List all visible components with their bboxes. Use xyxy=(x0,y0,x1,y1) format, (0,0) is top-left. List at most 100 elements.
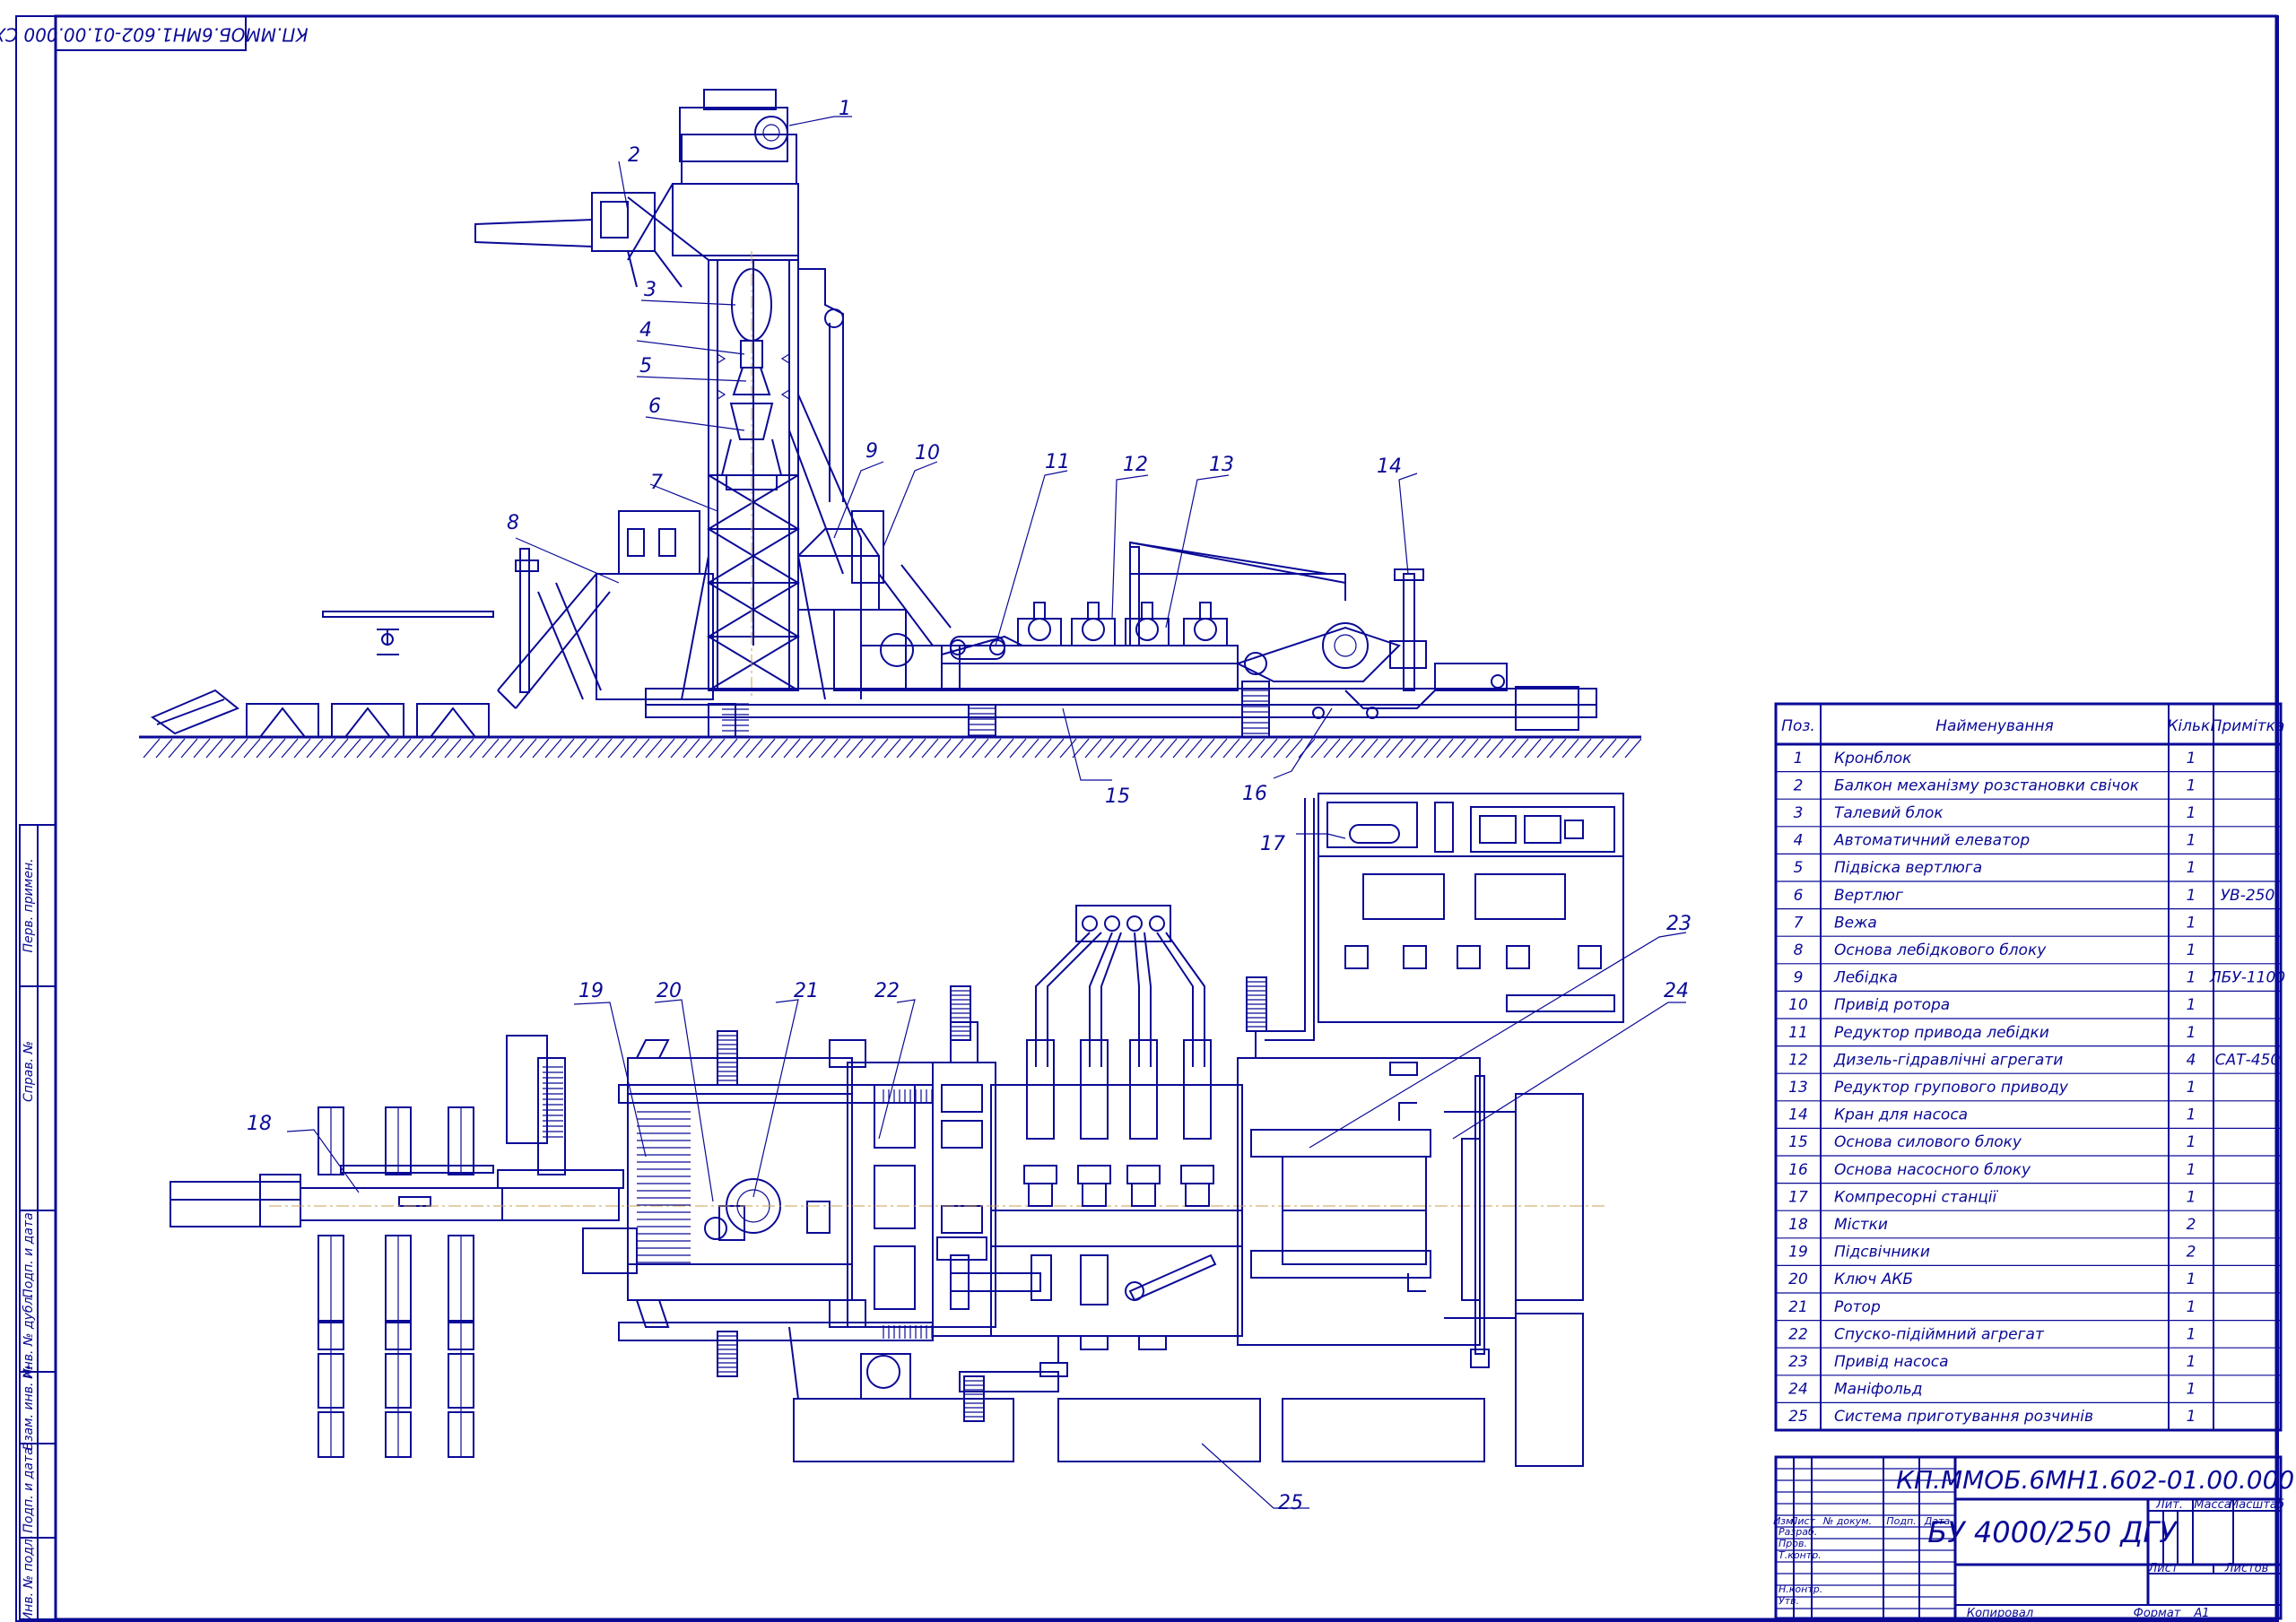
diesel-exhaust xyxy=(1033,602,1046,620)
ground-hatch-line xyxy=(883,738,901,759)
ground-hatch-line xyxy=(833,738,851,759)
ground-hatch-line xyxy=(808,738,826,759)
table-cell-pos: 20 xyxy=(1788,1271,1808,1288)
ground-hatch-line xyxy=(155,738,173,759)
callout-12: 12 xyxy=(1123,454,1148,476)
table-cell-pos: 21 xyxy=(1788,1298,1808,1316)
table-cell-pos: 8 xyxy=(1794,941,1804,959)
ground-hatch-line xyxy=(1059,738,1077,759)
table-cell-name: Кран для насоса xyxy=(1834,1106,1968,1124)
table-cell-pos: 9 xyxy=(1794,969,1804,987)
ground-hatch-line xyxy=(846,738,864,759)
table-cell-name: Дизель-гідравлічні агрегати xyxy=(1833,1051,2063,1069)
ground-hatch-line xyxy=(1474,738,1492,759)
table-cell-pos: 25 xyxy=(1788,1408,1808,1426)
ground-hatch-line xyxy=(909,738,926,759)
side-stamp-text-4: Взам. инв. № xyxy=(22,1365,36,1450)
ground-hatch-line xyxy=(431,738,449,759)
ground-hatch-line xyxy=(1511,738,1529,759)
title-block-title: БУ 4000/250 ДГУ xyxy=(1927,1515,2179,1549)
engine-radiator xyxy=(1023,1165,1057,1184)
engine-block xyxy=(1129,1039,1158,1140)
table-cell-name: Спуско-підіймний агрегат xyxy=(1834,1325,2045,1343)
table-cell-note: САТ-450 xyxy=(2215,1051,2280,1069)
table-cell-name: Вертлюг xyxy=(1834,887,1903,905)
diesel-aggregates xyxy=(1017,602,1228,646)
ground-hatch-line xyxy=(457,738,474,759)
ground-hatch-line xyxy=(821,738,839,759)
title-role: Утв. xyxy=(1779,1595,1799,1607)
ground-hatch-line xyxy=(1135,738,1152,759)
table-cell-pos: 6 xyxy=(1794,887,1804,905)
callout-1: 1 xyxy=(839,98,851,120)
ground-hatch-line xyxy=(1310,738,1328,759)
ground-hatch-line xyxy=(1536,738,1554,759)
ground-hatch-line xyxy=(670,738,688,759)
ground-hatch-line xyxy=(996,738,1014,759)
title-block-lit: Лит. xyxy=(2155,1498,2183,1512)
table-cell-qty: 1 xyxy=(2187,941,2196,959)
ground-hatch-line xyxy=(318,738,336,759)
ground-hatch-line xyxy=(419,738,437,759)
table-cell-pos: 11 xyxy=(1788,1024,1808,1042)
ground-hatch-line xyxy=(1361,738,1378,759)
engine-coupling xyxy=(1082,1183,1107,1207)
callout-9: 9 xyxy=(865,440,878,463)
ground-hatch-line xyxy=(444,738,462,759)
ground-hatch-line xyxy=(1248,738,1265,759)
ground-hatch-line xyxy=(1587,738,1605,759)
title-block-doc-code: КП.ММОБ.6МН1.602-01.00.000 СХ xyxy=(1896,1465,2296,1495)
callout-5: 5 xyxy=(639,355,652,377)
table-cell-pos: 19 xyxy=(1788,1244,1808,1262)
ground-hatch-line xyxy=(921,738,939,759)
table-cell-pos: 1 xyxy=(1794,750,1804,768)
table-cell-qty: 1 xyxy=(2187,804,2196,822)
table-cell-qty: 1 xyxy=(2187,887,2196,905)
table-cell-qty: 1 xyxy=(2187,969,2196,987)
ground-hatch-line xyxy=(984,738,1002,759)
table-cell-name: Підвіска вертлюга xyxy=(1834,859,1982,877)
ground-hatch-line xyxy=(230,738,248,759)
engine-radiator xyxy=(1077,1165,1111,1184)
ground-hatch-line xyxy=(1222,738,1240,759)
table-cell-pos: 7 xyxy=(1794,914,1804,932)
table-cell-qty: 1 xyxy=(2187,1133,2196,1151)
plan-view xyxy=(170,793,1687,1509)
ground-hatch-line xyxy=(1235,738,1253,759)
table-cell-name: Автоматичний елеватор xyxy=(1833,832,2030,850)
ground-hatch-line xyxy=(959,738,977,759)
ground-hatch-line xyxy=(482,738,500,759)
engine-block xyxy=(1026,1039,1055,1140)
ground-hatching xyxy=(143,738,1642,759)
ground-hatch-line xyxy=(783,738,801,759)
ground-hatch-line xyxy=(570,738,587,759)
ground-hatch-line xyxy=(1197,738,1215,759)
table-cell-name: Компресорні станції xyxy=(1834,1188,1999,1206)
table-cell-pos: 4 xyxy=(1794,832,1804,850)
ground-hatch-line xyxy=(369,738,387,759)
callout-20: 20 xyxy=(657,980,682,1002)
callout-6: 6 xyxy=(648,395,661,418)
pump-block xyxy=(1237,1057,1584,1467)
engine-radiator xyxy=(1180,1165,1214,1184)
title-block: Изм.Лист № докум. Подп. ДатаРазраб.Пров.Т.к… xyxy=(1773,1455,2296,1620)
ground-hatch-line xyxy=(1185,738,1203,759)
ground-hatch-line xyxy=(193,738,211,759)
table-cell-name: Редуктор групового приводу xyxy=(1834,1079,2069,1097)
ground-hatch-line xyxy=(1423,738,1441,759)
table-cell-qty: 2 xyxy=(2187,1244,2196,1262)
power-unit xyxy=(941,541,1401,691)
ground-hatch-line xyxy=(1524,738,1542,759)
ground-hatch-line xyxy=(620,738,638,759)
ground-hatch-line xyxy=(632,738,650,759)
table-cell-pos: 5 xyxy=(1794,859,1804,877)
table-cell-pos: 2 xyxy=(1794,776,1804,794)
ground-hatch-line xyxy=(1561,738,1579,759)
ground-hatch-line xyxy=(1172,738,1190,759)
ground-hatch-line xyxy=(971,738,989,759)
ground-hatch-line xyxy=(1599,738,1617,759)
table-cell-name: Талевий блок xyxy=(1834,804,1944,822)
ground-hatch-line xyxy=(1448,738,1466,759)
ground-hatch-line xyxy=(896,738,914,759)
title-block-scale: Масштаб xyxy=(2229,1498,2284,1512)
